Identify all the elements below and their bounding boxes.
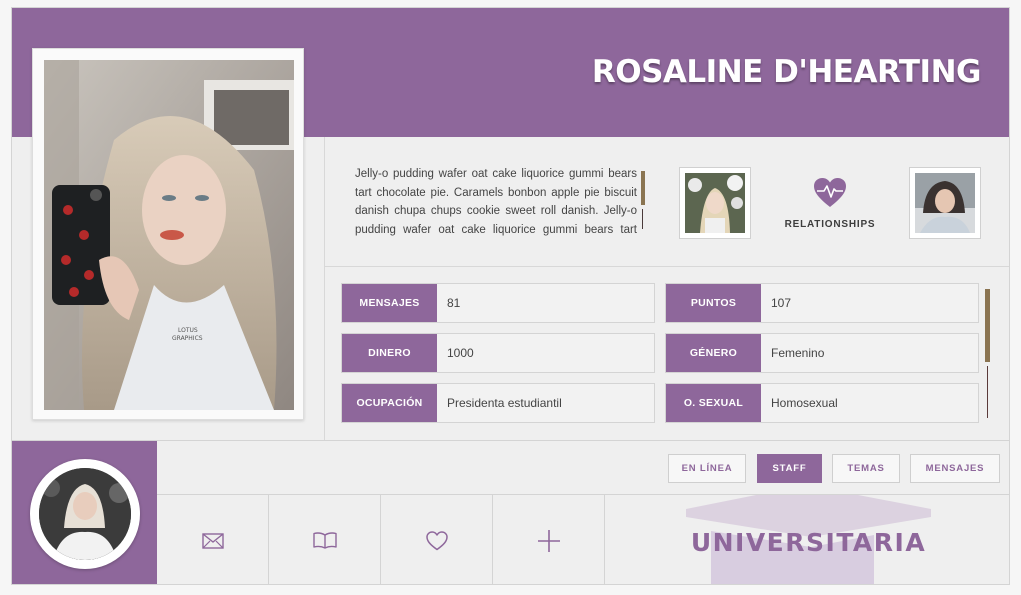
online-button[interactable]: EN LÍNEA xyxy=(668,454,746,483)
stat-value: 107 xyxy=(771,296,792,310)
staff-button[interactable]: STAFF xyxy=(757,454,822,483)
plus-icon xyxy=(537,529,560,552)
avatar-image xyxy=(39,468,131,560)
stat-label: MENSAJES xyxy=(342,284,437,322)
stat-ocupacion: OCUPACIÓN Presidenta estudiantil xyxy=(341,383,655,423)
avatar[interactable] xyxy=(30,459,140,569)
book-link[interactable] xyxy=(269,495,381,584)
stat-label: DINERO xyxy=(342,334,437,372)
like-link[interactable] xyxy=(381,495,493,584)
stat-value: Femenino xyxy=(771,346,825,360)
temas-button[interactable]: TEMAS xyxy=(832,454,900,483)
stat-label: PUNTOS xyxy=(666,284,761,322)
stats-scrollbar-track[interactable] xyxy=(987,366,988,418)
stat-label: OCUPACIÓN xyxy=(342,384,437,422)
profile-photo-frame: LOTUS GRAPHICS xyxy=(32,48,304,420)
stat-dinero: DINERO 1000 xyxy=(341,333,655,373)
stat-label: GÉNERO xyxy=(666,334,761,372)
add-link[interactable] xyxy=(493,495,605,584)
bio-scrollbar-track[interactable] xyxy=(642,209,643,229)
book-icon xyxy=(312,531,337,549)
heart-icon xyxy=(425,530,448,550)
stat-mensajes: MENSAJES 81 xyxy=(341,283,655,323)
stat-genero: GÉNERO Femenino xyxy=(665,333,979,373)
heart-pulse-icon xyxy=(814,178,846,207)
bio-scrollbar-thumb[interactable] xyxy=(641,171,645,205)
stats-scrollbar-thumb[interactable] xyxy=(985,289,990,362)
group-badge: UNIVERSITARIA xyxy=(606,495,1009,584)
message-link[interactable] xyxy=(157,495,269,584)
stat-label: O. SEXUAL xyxy=(666,384,761,422)
group-name: UNIVERSITARIA xyxy=(690,528,927,557)
svg-text:LOTUS: LOTUS xyxy=(178,327,198,334)
relationships-center: RELATIONSHIPS xyxy=(775,177,885,230)
stat-orientacion: O. SEXUAL Homosexual xyxy=(665,383,979,423)
relationship-photo-left[interactable] xyxy=(679,167,751,239)
avatar-panel xyxy=(12,441,157,584)
stat-value: 1000 xyxy=(447,346,474,360)
stat-value: 81 xyxy=(447,296,461,310)
character-name: ROSALINE D'HEARTING xyxy=(591,54,982,90)
mensajes-button[interactable]: MENSAJES xyxy=(910,454,1000,483)
relationship-photo-right[interactable] xyxy=(909,167,981,239)
bottom-divider xyxy=(12,440,1009,441)
svg-text:GRAPHICS: GRAPHICS xyxy=(172,335,203,342)
profile-photo: LOTUS GRAPHICS xyxy=(44,60,294,410)
bio-text: Jelly-o pudding wafer oat cake liquorice… xyxy=(355,168,637,236)
stat-puntos: PUNTOS 107 xyxy=(665,283,979,323)
bio-row: Jelly-o pudding wafer oat cake liquorice… xyxy=(325,137,1009,267)
envelope-icon xyxy=(201,532,224,549)
profile-card: ROSALINE D'HEARTING LOTUS GRAPHICS Jelly… xyxy=(11,7,1010,585)
stat-value: Presidenta estudiantil xyxy=(447,396,562,410)
stat-value: Homosexual xyxy=(771,396,838,410)
relationships-label: RELATIONSHIPS xyxy=(784,219,876,230)
